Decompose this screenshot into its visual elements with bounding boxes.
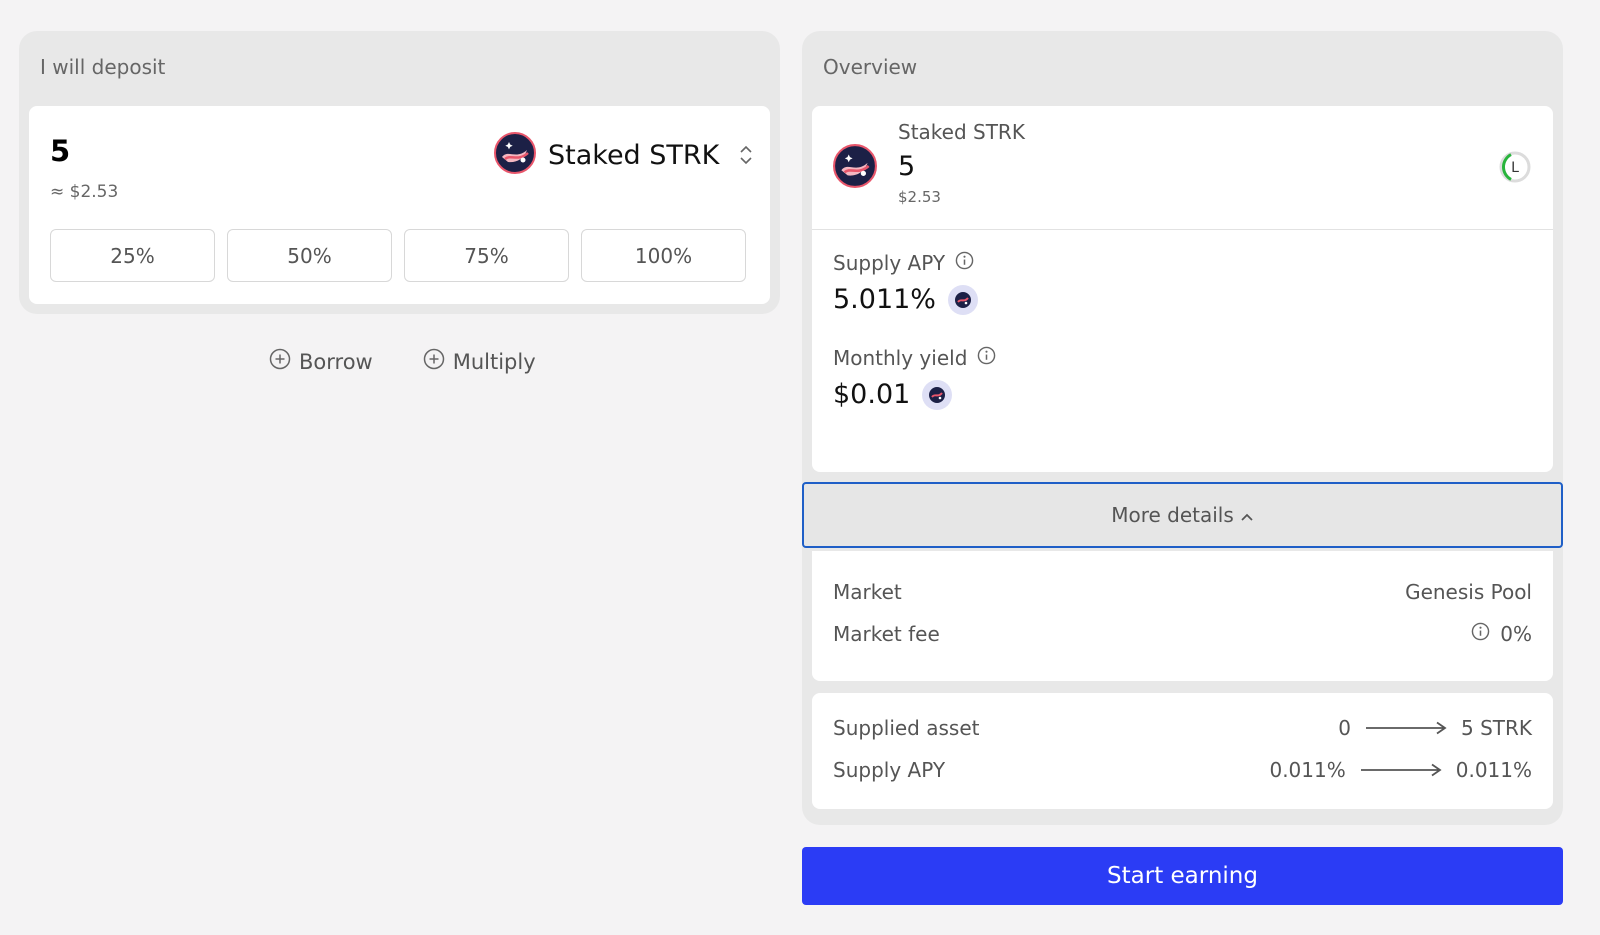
borrow-button[interactable]: Borrow: [269, 348, 373, 375]
reward-token-icon: [947, 284, 978, 315]
deposit-usd-value: ≈ $2.53: [50, 182, 119, 202]
monthly-yield-value: $0.01: [833, 379, 911, 410]
supply-apy-label: Supply APY: [833, 251, 946, 275]
plus-circle-icon: [423, 348, 445, 375]
percent-25-button[interactable]: 25%: [50, 229, 215, 282]
overview-panel-title: Overview: [823, 55, 918, 79]
market-fee-label: Market fee: [833, 622, 940, 646]
multiply-label: Multiply: [452, 349, 536, 374]
supplied-asset-label: Supplied asset: [833, 716, 980, 740]
market-label: Market: [833, 580, 902, 604]
supplied-from: 0: [1338, 716, 1351, 740]
deposit-amount-input[interactable]: 5: [50, 134, 70, 168]
supplied-asset-row: Supplied asset 0 5 STRK: [833, 716, 1532, 740]
start-earning-button[interactable]: Start earning: [802, 847, 1563, 905]
more-details-label: More details: [1111, 503, 1234, 527]
percent-50-button[interactable]: 50%: [227, 229, 392, 282]
status-letter: L: [1511, 160, 1519, 176]
staked-strk-icon: [494, 132, 536, 178]
action-links: Borrow Multiply: [269, 348, 536, 375]
overview-token-name: Staked STRK: [898, 120, 1025, 144]
info-icon[interactable]: [955, 251, 974, 275]
arrow-right-icon: [1360, 758, 1442, 782]
monthly-yield-label: Monthly yield: [833, 346, 968, 370]
plus-circle-icon: [269, 348, 291, 375]
percent-75-button[interactable]: 75%: [404, 229, 569, 282]
percent-100-button[interactable]: 100%: [581, 229, 746, 282]
token-name: Staked STRK: [548, 139, 720, 171]
apy-from: 0.011%: [1269, 758, 1346, 782]
multiply-button[interactable]: Multiply: [423, 348, 536, 375]
percent-buttons: 25% 50% 75% 100%: [50, 229, 746, 282]
deposit-card: 5 ≈ $2.53 Staked STRK 25% 50% 75% 100%: [29, 106, 770, 304]
supplied-to: 5 STRK: [1460, 716, 1532, 740]
supply-apy-label-row: Supply APY: [833, 251, 974, 275]
monthly-yield-value-row: $0.01: [833, 379, 953, 410]
overview-token-usd: $2.53: [898, 188, 941, 206]
staked-strk-icon: [833, 144, 877, 192]
market-fee-value-group: 0%: [1471, 622, 1532, 646]
supply-apy-value: 5.011%: [833, 284, 936, 315]
token-selector[interactable]: Staked STRK: [494, 132, 753, 178]
chevron-up-down-icon: [739, 143, 753, 167]
overview-divider: [812, 229, 1553, 230]
reward-token-icon: [922, 379, 953, 410]
summary-supply-apy-label: Supply APY: [833, 758, 946, 782]
chevron-up-icon: [1240, 503, 1254, 527]
more-details-toggle[interactable]: More details: [802, 482, 1563, 548]
status-ring-icon: L: [1498, 150, 1532, 188]
supply-apy-change-row: Supply APY 0.011% 0.011%: [833, 758, 1532, 782]
deposit-panel-title: I will deposit: [40, 55, 166, 79]
apy-to: 0.011%: [1455, 758, 1532, 782]
market-value: Genesis Pool: [1405, 580, 1532, 604]
supply-apy-change: 0.011% 0.011%: [1269, 758, 1532, 782]
info-icon[interactable]: [977, 346, 996, 370]
monthly-yield-label-row: Monthly yield: [833, 346, 996, 370]
market-fee-value: 0%: [1500, 622, 1532, 646]
overview-card: Staked STRK 5 $2.53 L Supply APY 5.011%: [812, 106, 1553, 472]
market-row: Market Genesis Pool: [833, 580, 1532, 604]
borrow-label: Borrow: [299, 349, 373, 374]
arrow-right-icon: [1365, 716, 1447, 740]
deposit-panel: I will deposit 5 ≈ $2.53 Staked STRK 25%…: [19, 31, 780, 314]
summary-card: Supplied asset 0 5 STRK Supply APY 0.011…: [812, 693, 1553, 809]
supply-apy-value-row: 5.011%: [833, 284, 978, 315]
overview-panel: Overview Staked STRK 5 $2.53 L Supply AP…: [802, 31, 1563, 825]
info-icon[interactable]: [1471, 622, 1490, 646]
market-details-card: Market Genesis Pool Market fee 0%: [812, 551, 1553, 681]
overview-token-amount: 5: [898, 151, 916, 182]
market-fee-row: Market fee 0%: [833, 622, 1532, 646]
supplied-asset-change: 0 5 STRK: [1338, 716, 1532, 740]
